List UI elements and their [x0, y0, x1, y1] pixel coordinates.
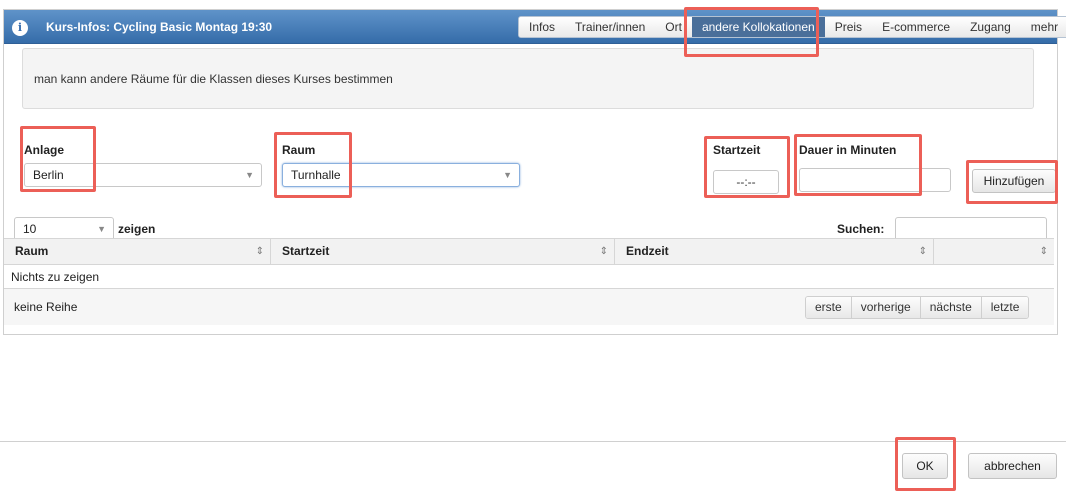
tab-mehr[interactable]: mehr [1020, 17, 1066, 37]
table-footer: keine Reihe erste vorherige nächste letz… [4, 289, 1054, 325]
raum-select-value: Turnhalle [291, 168, 341, 182]
sort-icon: ⇕ [918, 246, 927, 257]
pager-last-button[interactable]: letzte [981, 297, 1029, 318]
column-endzeit[interactable]: Endzeit ⇕ [615, 239, 934, 264]
startzeit-label: Startzeit [713, 143, 761, 157]
tab-ecommerce[interactable]: E-commerce [872, 17, 961, 37]
tab-ort[interactable]: Ort [655, 17, 692, 37]
chevron-down-icon: ▼ [97, 224, 106, 234]
column-startzeit[interactable]: Startzeit ⇕ [271, 239, 615, 264]
info-note: man kann andere Räume für die Klassen di… [22, 48, 1034, 109]
column-endzeit-label: Endzeit [626, 244, 669, 258]
hinzufuegen-button[interactable]: Hinzufügen [972, 169, 1056, 193]
column-raum-label: Raum [15, 244, 49, 258]
tab-preis[interactable]: Preis [824, 17, 873, 37]
anlage-select[interactable]: Berlin ▼ [24, 163, 262, 187]
tab-infos[interactable]: Infos [519, 17, 566, 37]
chevron-down-icon: ▼ [503, 170, 512, 180]
tab-andere-kollokationen[interactable]: andere Kollokationen [691, 17, 825, 37]
pager-next-button[interactable]: nächste [920, 297, 982, 318]
search-label: Suchen: [837, 222, 885, 236]
sort-icon: ⇕ [1039, 246, 1048, 257]
dauer-input[interactable] [799, 168, 951, 192]
info-icon: i [12, 20, 28, 36]
table-info: keine Reihe [14, 300, 78, 314]
pager-first-button[interactable]: erste [806, 297, 852, 318]
dialog-title: Kurs-Infos: Cycling Basic Montag 19:30 [46, 20, 273, 34]
dauer-label: Dauer in Minuten [799, 143, 897, 157]
raum-label: Raum [282, 143, 316, 157]
tab-zugang[interactable]: Zugang [960, 17, 1021, 37]
sort-icon: ⇕ [255, 246, 264, 257]
anlage-select-value: Berlin [33, 168, 64, 182]
info-note-text: man kann andere Räume für die Klassen di… [34, 72, 393, 86]
empty-table-row: Nichts zu zeigen [4, 265, 1054, 289]
cancel-button[interactable]: abbrechen [968, 453, 1057, 479]
tab-bar: Infos Trainer/innen Ort andere Kollokati… [518, 16, 1066, 38]
table-header: Raum ⇕ Startzeit ⇕ Endzeit ⇕ ⇕ [4, 238, 1054, 265]
tab-trainer[interactable]: Trainer/innen [565, 17, 656, 37]
column-raum[interactable]: Raum ⇕ [4, 239, 271, 264]
sort-icon: ⇕ [599, 246, 608, 257]
startzeit-input[interactable]: --:-- [713, 170, 779, 194]
column-actions[interactable]: ⇕ [934, 239, 1054, 264]
pager-previous-button[interactable]: vorherige [851, 297, 921, 318]
page-size-suffix: zeigen [118, 222, 156, 236]
anlage-label: Anlage [24, 143, 65, 157]
column-startzeit-label: Startzeit [282, 244, 330, 258]
pagination: erste vorherige nächste letzte [805, 296, 1030, 319]
page-size-value: 10 [23, 222, 37, 236]
ok-button[interactable]: OK [902, 453, 948, 479]
raum-select[interactable]: Turnhalle ▼ [282, 163, 520, 187]
dialog-footer-divider [0, 441, 1066, 442]
dialog-titlebar: i Kurs-Infos: Cycling Basic Montag 19:30… [4, 10, 1066, 44]
chevron-down-icon: ▼ [245, 170, 254, 180]
